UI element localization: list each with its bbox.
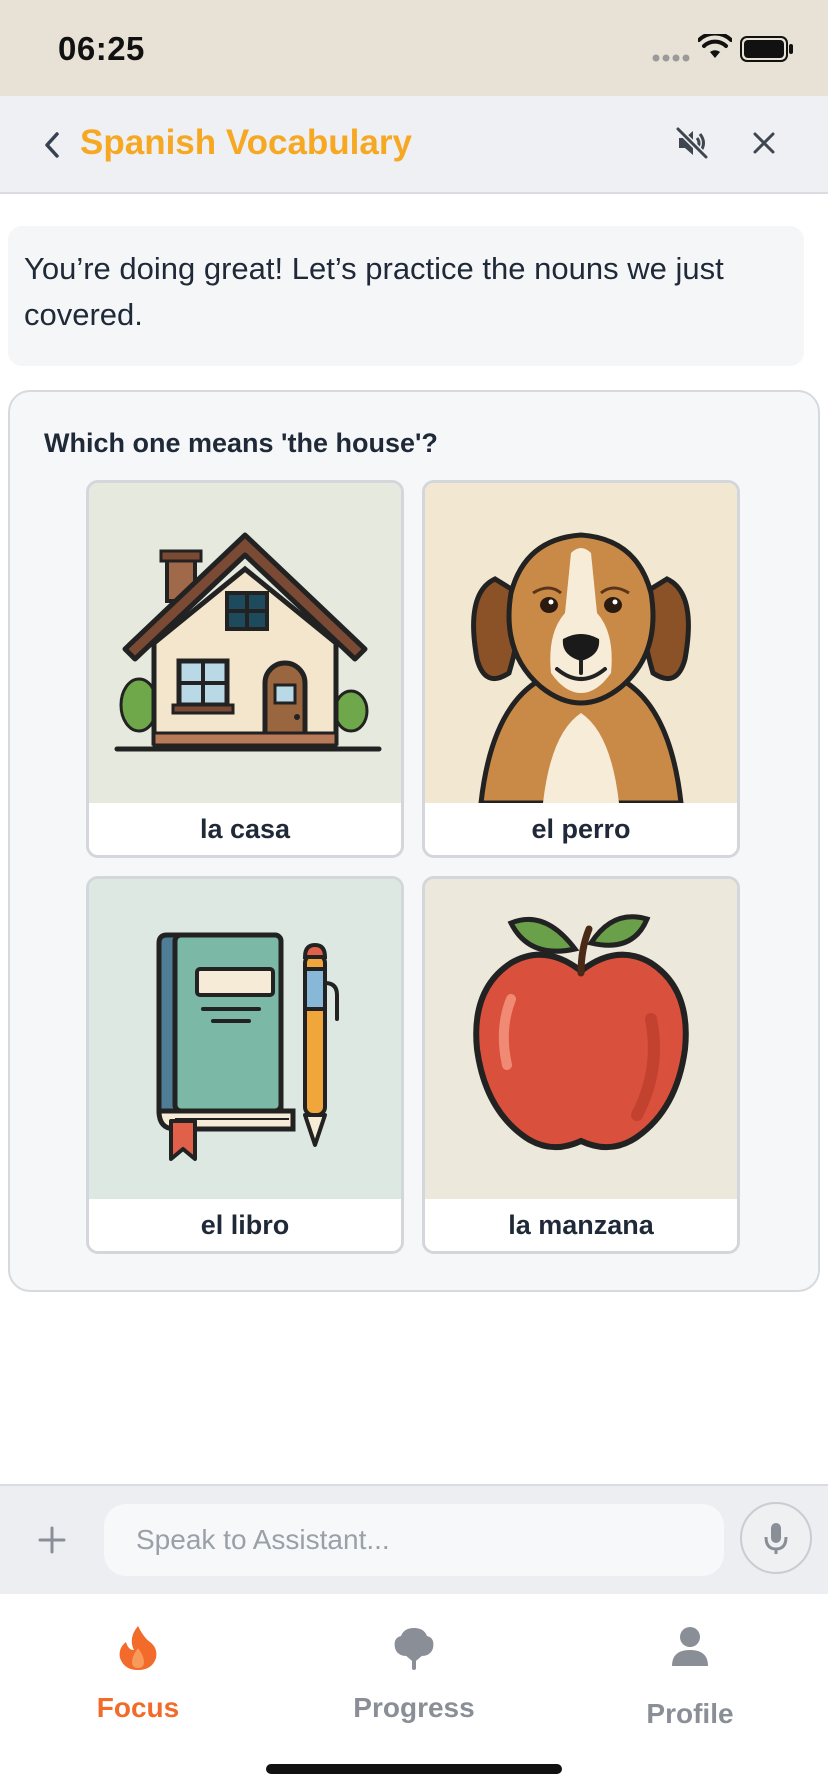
option-label: la manzana	[425, 1199, 737, 1251]
nav-header: Spanish Vocabulary	[0, 96, 828, 194]
tab-focus[interactable]: Focus	[0, 1594, 276, 1734]
house-illustration	[89, 483, 401, 803]
close-icon	[753, 132, 775, 154]
tab-progress[interactable]: Progress	[276, 1594, 552, 1734]
status-time: 06:25	[58, 30, 145, 67]
dog-illustration	[425, 483, 737, 803]
option-card-el-perro[interactable]: el perro	[422, 480, 740, 858]
tab-label: Progress	[353, 1692, 475, 1723]
apple-illustration	[425, 879, 737, 1199]
battery-icon	[740, 36, 793, 62]
tab-profile[interactable]: Profile	[552, 1594, 828, 1734]
plus-icon	[38, 1526, 66, 1554]
microphone-icon	[764, 1523, 788, 1554]
option-label: la casa	[89, 803, 401, 855]
option-card-la-manzana[interactable]: la manzana	[422, 876, 740, 1254]
mute-button[interactable]	[672, 120, 712, 166]
book-illustration	[89, 879, 401, 1199]
option-label: el perro	[425, 803, 737, 855]
quiz-card: Which one means 'the house'? la casa el …	[8, 390, 820, 1292]
back-button[interactable]	[32, 123, 72, 167]
person-icon	[672, 1627, 708, 1666]
cellular-signal-icon	[652, 54, 690, 62]
option-card-el-libro[interactable]: el libro	[86, 876, 404, 1254]
input-bar	[0, 1484, 828, 1594]
close-button[interactable]	[746, 123, 782, 163]
assistant-input[interactable]	[104, 1504, 724, 1576]
tab-bar: Focus Progress Profile	[0, 1594, 828, 1792]
page-title: Spanish Vocabulary	[80, 123, 412, 162]
tab-label: Profile	[646, 1698, 734, 1729]
status-bar: 06:25	[0, 0, 828, 96]
speaker-muted-icon	[675, 126, 709, 160]
add-button[interactable]	[34, 1522, 70, 1558]
microphone-button[interactable]	[740, 1502, 812, 1574]
chevron-left-icon	[45, 132, 59, 158]
wifi-icon	[698, 34, 732, 58]
tab-label: Focus	[96, 1692, 180, 1723]
quiz-question: Which one means 'the house'?	[44, 428, 438, 458]
assistant-message-text: You’re doing great! Let’s practice the n…	[24, 251, 724, 332]
home-indicator	[266, 1764, 562, 1774]
option-card-la-casa[interactable]: la casa	[86, 480, 404, 858]
assistant-message: You’re doing great! Let’s practice the n…	[8, 226, 804, 366]
option-label: el libro	[89, 1199, 401, 1251]
tree-icon	[394, 1628, 434, 1670]
app-screen: 06:25 Spanish Vocabulary You’re doing gr…	[0, 0, 828, 1792]
flame-icon	[119, 1626, 157, 1670]
